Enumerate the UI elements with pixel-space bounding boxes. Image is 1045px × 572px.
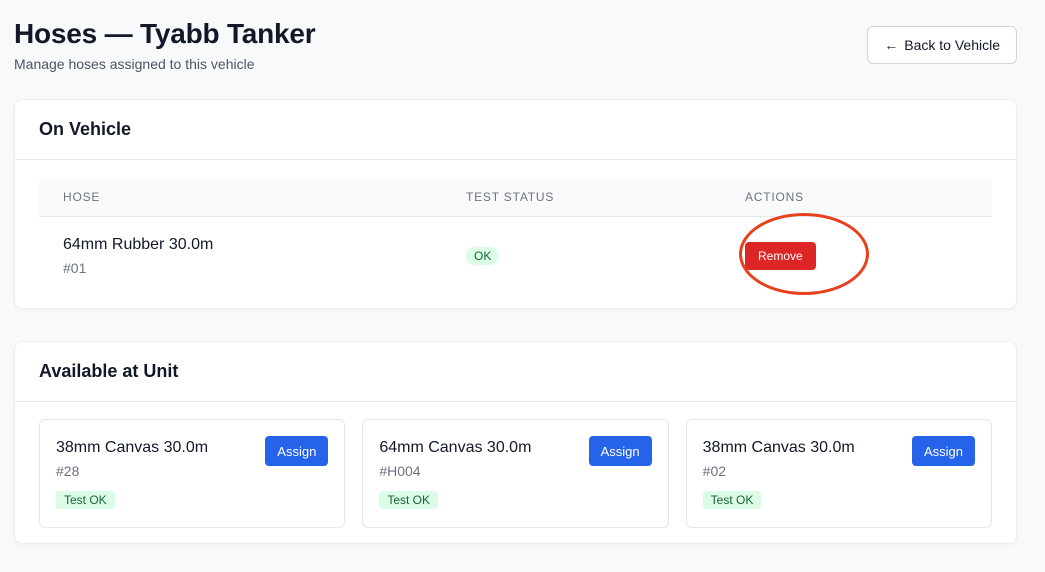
available-hoses-list: 38mm Canvas 30.0m #28 Test OK Assign 64m… [39, 419, 992, 528]
remove-button[interactable]: Remove [745, 242, 816, 270]
hose-tile: 38mm Canvas 30.0m #28 Test OK Assign [39, 419, 346, 528]
page-header: Hoses — Tyabb Tanker Manage hoses assign… [14, 16, 1017, 76]
test-ok-badge: Test OK [56, 491, 115, 509]
hose-tile: 38mm Canvas 30.0m #02 Test OK Assign [685, 419, 992, 528]
available-card-header: Available at Unit [15, 342, 1016, 402]
column-header-actions: ACTIONS [745, 190, 804, 204]
available-title: Available at Unit [39, 361, 179, 381]
hose-id: #01 [63, 260, 87, 276]
hose-cell: 64mm Rubber 30.0m #01 [39, 236, 466, 276]
on-vehicle-card-header: On Vehicle [15, 100, 1016, 160]
column-header-test-status: TEST STATUS [466, 190, 555, 204]
table-row: 64mm Rubber 30.0m #01 OK Remove [39, 217, 992, 295]
hoses-table: HOSE TEST STATUS ACTIONS 64mm Rubber 30.… [39, 178, 992, 295]
actions-cell: Remove [745, 242, 992, 270]
arrow-left-icon: ← [884, 37, 899, 53]
table-header: HOSE TEST STATUS ACTIONS [39, 178, 992, 217]
assign-button[interactable]: Assign [911, 436, 975, 466]
back-button-label: Back to Vehicle [904, 37, 1000, 53]
assign-button[interactable]: Assign [265, 436, 329, 466]
on-vehicle-card: On Vehicle HOSE TEST STATUS ACTIONS 64mm… [14, 99, 1017, 309]
test-status-cell: OK [466, 247, 745, 265]
test-ok-badge: Test OK [702, 491, 762, 509]
status-badge: OK [466, 247, 500, 265]
available-at-unit-card: Available at Unit 38mm Canvas 30.0m #28 … [14, 341, 1017, 544]
column-header-hose: HOSE [63, 190, 101, 204]
hose-name: 64mm Rubber 30.0m [63, 236, 214, 253]
assign-button[interactable]: Assign [588, 436, 652, 466]
test-ok-badge: Test OK [379, 491, 439, 509]
on-vehicle-title: On Vehicle [39, 119, 132, 139]
back-to-vehicle-button[interactable]: ← Back to Vehicle [867, 26, 1017, 64]
hose-tile: 64mm Canvas 30.0m #H004 Test OK Assign [362, 419, 669, 528]
